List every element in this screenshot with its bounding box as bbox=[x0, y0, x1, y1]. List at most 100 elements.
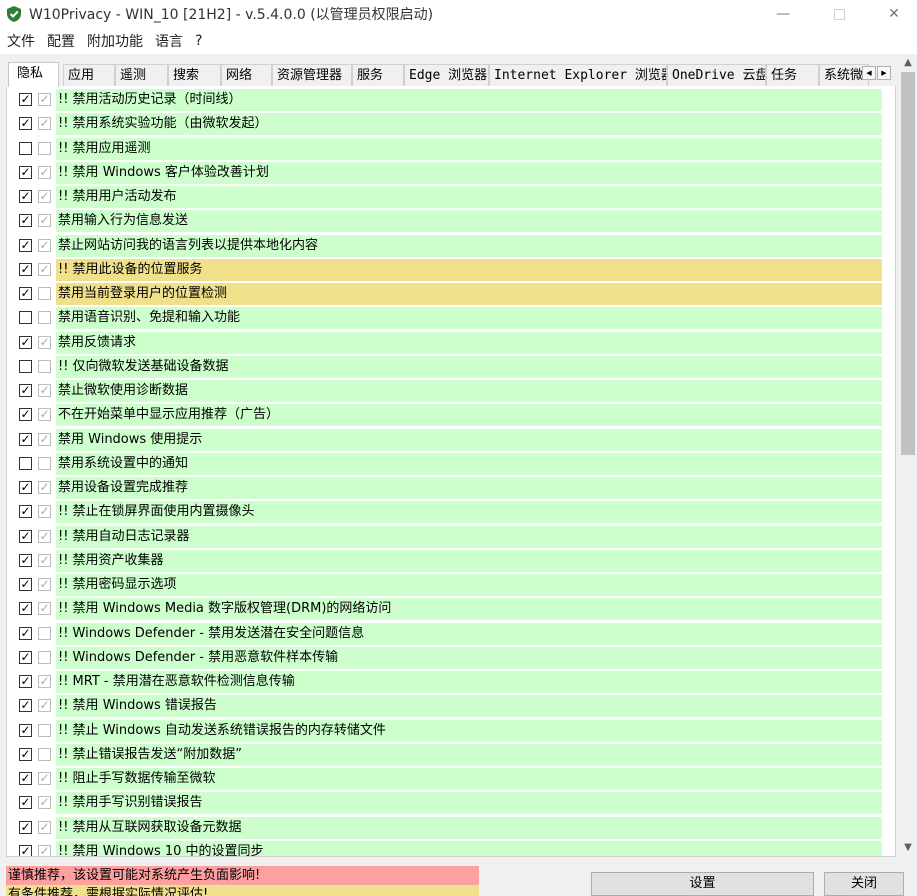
setting-checkbox[interactable]: ✓ bbox=[19, 481, 32, 494]
tab-internet-explorer[interactable]: Internet Explorer 浏览器 bbox=[489, 64, 667, 86]
setting-checkbox[interactable]: ✓ bbox=[19, 820, 32, 834]
recommended-checkbox bbox=[38, 287, 51, 300]
setting-row: ✓ ✓ !! 禁用自动日志记录器 bbox=[7, 525, 895, 548]
setting-row: ✓ ✓ 禁止微软使用诊断数据 bbox=[7, 380, 895, 402]
tab-onedrive[interactable]: OneDrive 云盘 bbox=[667, 64, 766, 86]
menu-extras[interactable]: 附加功能 bbox=[81, 31, 149, 51]
setting-row: ✓ ✓ 不在开始菜单中显示应用推荐（广告） bbox=[7, 404, 895, 427]
setting-row: ✓ ✓ !! 禁用手写识别错误报告 bbox=[7, 792, 895, 815]
setting-checkbox[interactable]: ✓ bbox=[19, 675, 32, 688]
setting-checkbox[interactable] bbox=[19, 141, 32, 155]
setting-row: ✓ ✓ 禁用设备设置完成推荐 bbox=[7, 477, 895, 499]
setting-label: !! 禁用 Windows Media 数字版权管理(DRM)的网络访问 bbox=[56, 598, 882, 621]
tab-network[interactable]: 网络 bbox=[221, 64, 272, 86]
vertical-scrollbar[interactable]: ▲ ▼ bbox=[899, 54, 917, 856]
recommended-checkbox: ✓ bbox=[38, 819, 51, 834]
setting-row: ✓ ✓ !! 禁用从互联网获取设备元数据 bbox=[7, 816, 895, 839]
setting-checkbox[interactable] bbox=[19, 311, 32, 325]
menu-file[interactable]: 文件 bbox=[0, 31, 41, 51]
setting-checkbox[interactable]: ✓ bbox=[19, 505, 32, 519]
setting-checkbox[interactable]: ✓ bbox=[19, 772, 32, 785]
setting-label: !! 禁止在锁屏界面使用内置摄像头 bbox=[56, 501, 882, 524]
tab-edge[interactable]: Edge 浏览器 bbox=[404, 64, 489, 86]
setting-checkbox[interactable]: ✓ bbox=[19, 553, 32, 567]
window-title: W10Privacy - WIN_10 [21H2] - v.5.4.0.0 (… bbox=[29, 7, 434, 23]
scroll-thumb[interactable] bbox=[901, 72, 915, 455]
setting-label: 禁用反馈请求 bbox=[56, 331, 882, 354]
shield-check-icon bbox=[7, 6, 21, 22]
setting-checkbox[interactable]: ✓ bbox=[19, 335, 32, 349]
setting-label: !! 禁止 Windows 自动发送系统错误报告的内存转储文件 bbox=[56, 719, 882, 742]
setting-row: ✓ ✓ !! 禁用系统实验功能（由微软发起） bbox=[7, 113, 895, 136]
setting-label: !! 禁用手写识别错误报告 bbox=[56, 792, 882, 815]
setting-checkbox[interactable]: ✓ bbox=[19, 432, 32, 446]
tab-services[interactable]: 服务 bbox=[352, 64, 404, 86]
setting-checkbox[interactable]: ✓ bbox=[19, 214, 32, 228]
recommended-checkbox: ✓ bbox=[38, 674, 51, 688]
close-window-button[interactable]: ✕ bbox=[871, 0, 917, 28]
setting-row: ✓ ✓ !! 禁用 Windows 客户体验改善计划 bbox=[7, 161, 895, 184]
setting-checkbox[interactable]: ✓ bbox=[19, 408, 32, 422]
apply-settings-button[interactable]: 设置 bbox=[591, 872, 814, 896]
setting-label: !! 禁用资产收集器 bbox=[56, 549, 882, 572]
setting-label: !! 禁用用户活动发布 bbox=[56, 186, 882, 208]
tab-search[interactable]: 搜索 bbox=[168, 64, 221, 86]
tab-scroll-left-icon[interactable]: ◀ bbox=[862, 66, 876, 80]
menu-config[interactable]: 配置 bbox=[41, 31, 81, 51]
setting-checkbox[interactable]: ✓ bbox=[19, 626, 32, 640]
scroll-down-icon[interactable]: ▼ bbox=[899, 839, 917, 856]
tab-explorer[interactable]: 资源管理器 bbox=[272, 64, 352, 86]
setting-row: ✓ !! 禁止 Windows 自动发送系统错误报告的内存转储文件 bbox=[7, 719, 895, 742]
recommended-checkbox bbox=[38, 747, 51, 761]
close-button[interactable]: 关闭 bbox=[824, 872, 904, 896]
setting-checkbox[interactable]: ✓ bbox=[19, 796, 32, 810]
recommended-checkbox bbox=[38, 626, 51, 640]
setting-checkbox[interactable]: ✓ bbox=[19, 238, 32, 252]
setting-label: !! 仅向微软发送基础设备数据 bbox=[56, 355, 882, 378]
recommended-checkbox bbox=[38, 723, 51, 737]
maximize-button[interactable] bbox=[816, 0, 862, 28]
setting-checkbox[interactable]: ✓ bbox=[19, 165, 32, 179]
setting-row: ✓ ✓ !! 禁用密码显示选项 bbox=[7, 574, 895, 596]
setting-checkbox[interactable]: ✓ bbox=[19, 650, 32, 664]
menu-language[interactable]: 语言 bbox=[149, 31, 189, 51]
minimize-button[interactable]: — bbox=[760, 0, 806, 28]
setting-checkbox[interactable]: ✓ bbox=[19, 699, 32, 713]
privacy-settings-list: ✓ ✓ !! 禁用活动历史记录（时间线） ✓ ✓ !! 禁用系统实验功能（由微软发起）!!… bbox=[6, 86, 896, 857]
setting-checkbox[interactable] bbox=[19, 456, 32, 470]
tab-scroll-right-icon[interactable]: ▶ bbox=[877, 66, 891, 80]
setting-label: !! 禁用 Windows 客户体验改善计划 bbox=[56, 161, 882, 184]
menu-help[interactable]: ? bbox=[189, 33, 208, 49]
recommended-checkbox: ✓ bbox=[38, 528, 51, 543]
recommended-checkbox bbox=[38, 650, 51, 664]
tab-apps[interactable]: 应用 bbox=[63, 64, 115, 86]
legend-caution: 谨慎推荐，该设置可能对系统产生负面影响! bbox=[6, 866, 479, 885]
setting-checkbox[interactable]: ✓ bbox=[19, 723, 32, 737]
recommended-checkbox: ✓ bbox=[38, 407, 51, 422]
setting-label: !! 禁用应用遥测 bbox=[56, 137, 882, 160]
setting-row: ✓ !! Windows Defender - 禁用恶意软件样本传输 bbox=[7, 646, 895, 669]
setting-checkbox[interactable]: ✓ bbox=[19, 190, 32, 203]
recommended-checkbox: ✓ bbox=[38, 116, 51, 131]
setting-label: 禁止网站访问我的语言列表以提供本地化内容 bbox=[56, 234, 882, 257]
setting-checkbox[interactable]: ✓ bbox=[19, 844, 32, 856]
setting-checkbox[interactable]: ✓ bbox=[19, 117, 32, 131]
setting-checkbox[interactable]: ✓ bbox=[19, 529, 32, 543]
tab-privacy[interactable]: 隐私 bbox=[8, 62, 59, 87]
setting-checkbox[interactable]: ✓ bbox=[19, 262, 32, 276]
setting-checkbox[interactable]: ✓ bbox=[19, 578, 32, 591]
setting-checkbox[interactable]: ✓ bbox=[19, 93, 32, 106]
setting-label: !! Windows Defender - 禁用发送潜在安全问题信息 bbox=[56, 622, 882, 645]
setting-label: !! MRT - 禁用潜在恶意软件检测信息传输 bbox=[56, 671, 882, 693]
setting-checkbox[interactable]: ✓ bbox=[19, 602, 32, 616]
tab-telemetry[interactable]: 遥测 bbox=[115, 64, 168, 86]
setting-label: 禁用 Windows 使用提示 bbox=[56, 428, 882, 451]
scroll-up-icon[interactable]: ▲ bbox=[899, 54, 917, 71]
tab-tasks[interactable]: 任务 bbox=[766, 64, 819, 86]
setting-checkbox[interactable]: ✓ bbox=[19, 384, 32, 397]
setting-row: ✓ ✓ !! 禁用 Windows 错误报告 bbox=[7, 695, 895, 718]
setting-checkbox[interactable]: ✓ bbox=[19, 287, 32, 300]
setting-checkbox[interactable] bbox=[19, 359, 32, 373]
recommended-checkbox bbox=[38, 141, 51, 155]
setting-checkbox[interactable]: ✓ bbox=[19, 747, 32, 761]
